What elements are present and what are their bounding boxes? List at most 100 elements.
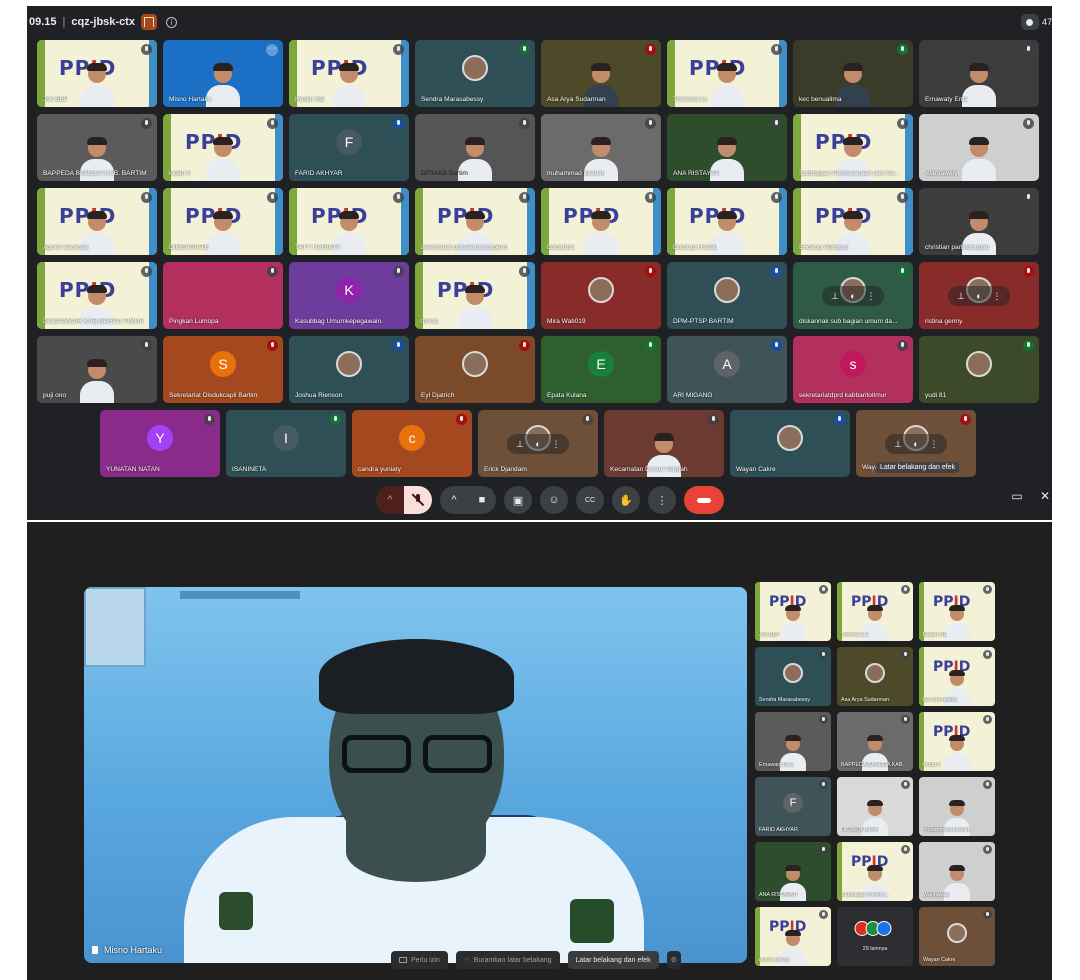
mute-icon[interactable]: ◐ — [846, 289, 860, 303]
present-button[interactable]: ▣ — [504, 486, 532, 514]
more-options-button[interactable]: ⋮ — [648, 486, 676, 514]
participant-tile[interactable]: ⊥ ◐ ⋮ diskannak sub bagian umum da... — [793, 262, 913, 329]
participant-tile[interactable]: PPIDSubbagian Perencanaan dan Ke... — [793, 114, 913, 181]
participant-tile[interactable]: christian parlindungan — [919, 188, 1039, 255]
participant-tile[interactable]: Pingkan Lumopa — [163, 262, 283, 329]
needs-permission-chip[interactable]: Perlu izin — [391, 951, 448, 969]
thumbnail-tile[interactable]: 29 lainnya — [837, 907, 913, 966]
participant-tile[interactable]: Joshua Rienson — [289, 336, 409, 403]
participant-tile[interactable]: PPIDEobardus — [541, 188, 661, 255]
raise-hand-button[interactable]: ✋ — [612, 486, 640, 514]
thumbnail-tile[interactable]: ANA RISTAYATI — [755, 842, 831, 901]
participant-tile[interactable]: c candra yuniaty — [352, 410, 472, 477]
participant-tile[interactable]: PPIDTATY HARIATY — [289, 188, 409, 255]
participant-tile[interactable]: PPIDtheres — [415, 262, 535, 329]
participant-tile[interactable]: DPM-PTSP BARTIM — [667, 262, 787, 329]
thumbnail-tile[interactable]: BAPPEDA BANGDA KAB. — [837, 712, 913, 771]
participant-tile[interactable]: PPIDAgnes Vanessa — [37, 188, 157, 255]
participant-tile[interactable]: PPIDEndang Wahyuni — [793, 188, 913, 255]
camera-options-button[interactable]: ^ — [440, 486, 468, 514]
participant-tile[interactable]: PPIDDIMEARIATE — [163, 188, 283, 255]
emoji-button[interactable]: ☺ — [540, 486, 568, 514]
participant-tile[interactable]: ⋯ Misno Hartaku — [163, 40, 283, 107]
settings-button[interactable]: ⚙ — [666, 951, 681, 969]
participant-tile[interactable]: muhammad ibrahim — [541, 114, 661, 181]
participant-tile[interactable]: K Kasubbag Umumkepegawain. — [289, 262, 409, 329]
participant-tile[interactable]: BAPPEDA BANGDA KAB. BARTIM — [37, 114, 157, 181]
participant-tile[interactable]: ANA RISTAYATI — [667, 114, 787, 181]
participant-tile[interactable]: Ernawaty Erna — [919, 40, 1039, 107]
thumbnail-tile[interactable]: Wanrawaty — [919, 842, 995, 901]
thumbnail-tile[interactable]: PPID Jok BBP — [755, 582, 831, 641]
chat-icon[interactable]: ▭ — [1010, 489, 1024, 503]
participant-tile[interactable]: ⊥ ◐ ⋮ Wayan Latar belakang dan efek — [856, 410, 976, 477]
participants-button[interactable]: 47 — [1020, 14, 1052, 30]
participant-tile[interactable]: F FARID AKHYAR — [289, 114, 409, 181]
mute-icon[interactable]: ◐ — [531, 437, 545, 451]
participant-tile[interactable]: PPIDindah h — [163, 114, 283, 181]
participant-tile[interactable]: ⊥ ◐ ⋮ Erick Djandam — [478, 410, 598, 477]
thumbnail-tile[interactable]: PPID indah h — [919, 712, 995, 771]
participant-tile[interactable]: PPIDTheresia Lu — [667, 40, 787, 107]
thumbnail-tile[interactable]: PPID Theresia Lu — [837, 582, 913, 641]
participant-tile[interactable]: Y YUNATAN NATAN — [100, 410, 220, 477]
participant-tile[interactable]: ⊥ ◐ ⋮ ristina genny — [919, 262, 1039, 329]
participant-tile[interactable]: Mira Wati019 — [541, 262, 661, 329]
participant-tile[interactable]: S Sekretariat Disdukcapil Bartim — [163, 336, 283, 403]
participant-tile[interactable]: DP3AKB Bartim — [415, 114, 535, 181]
participant-tile[interactable]: s sekretariatdprd kabbaritotimur — [793, 336, 913, 403]
blur-background-button[interactable]: ⁘ Buramkan latar belakang — [455, 951, 560, 969]
more-icon[interactable]: ⋮ — [927, 437, 941, 451]
camera-toggle-button[interactable]: ■ — [468, 486, 496, 514]
thumbnail-tile[interactable]: Ernawaty Erna — [755, 712, 831, 771]
participant-tile[interactable]: Wanrawaty — [919, 114, 1039, 181]
close-icon[interactable]: ✕ — [1038, 489, 1052, 503]
participant-tile[interactable]: Kecamatan Dusun Tengah — [604, 410, 724, 477]
participant-tile[interactable]: PPIDDodang Haetal — [667, 188, 787, 255]
mute-icon[interactable]: ◐ — [972, 289, 986, 303]
participant-tile[interactable]: puji ono — [37, 336, 157, 403]
spotlight-video[interactable]: Misno Hartaku — [84, 587, 747, 963]
head — [465, 285, 485, 305]
thumbnail-tile[interactable]: PPID Haslin ND — [919, 582, 995, 641]
pin-icon[interactable]: ⊥ — [954, 289, 968, 303]
participant-tile[interactable]: Wayan Cakre — [730, 410, 850, 477]
more-options-icon[interactable]: ⋯ — [266, 44, 278, 56]
thumbnail-tile[interactable]: PPID Subbagian Perenc... — [837, 842, 913, 901]
leave-call-button[interactable] — [684, 486, 724, 514]
background-effects-button[interactable]: Latar belakang dan efek — [567, 951, 659, 969]
thumbnail-tile[interactable]: F FARID AKHYAR — [755, 777, 831, 836]
participant-tile[interactable]: PPIDHaslin ND — [289, 40, 409, 107]
more-icon[interactable]: ⋮ — [990, 289, 1004, 303]
participant-tile[interactable]: PPIDJok BBP — [37, 40, 157, 107]
more-icon[interactable]: ⋮ — [864, 289, 878, 303]
mic-toggle-button[interactable] — [404, 486, 432, 514]
participant-tile[interactable]: kec benualima — [793, 40, 913, 107]
participant-tile[interactable]: I ISANINETA — [226, 410, 346, 477]
participant-tile[interactable]: Asa Arya Sudarman — [541, 40, 661, 107]
participant-tile[interactable]: PPIDDISDAMKAR KAB.BARTO TIMUR — [37, 262, 157, 329]
thumbnail-tile[interactable]: DP3AKB Bartim — [837, 777, 913, 836]
thumbnail-tile[interactable]: PPID kec benualima — [919, 647, 995, 706]
thumbnail-tile[interactable]: Wayan Cakre — [919, 907, 995, 966]
room-icon[interactable] — [140, 14, 157, 30]
thumbnail-tile[interactable]: Sendra Marasabessy — [755, 647, 831, 706]
mute-icon[interactable]: ◐ — [909, 437, 923, 451]
participant-tile[interactable]: yudi 81 — [919, 336, 1039, 403]
participant-tile[interactable]: Eyl Djatrich — [415, 336, 535, 403]
participant-tile[interactable]: E Epata Kulana — [541, 336, 661, 403]
pin-icon[interactable]: ⊥ — [891, 437, 905, 451]
thumbnail-tile[interactable]: PPID ristina genny — [755, 907, 831, 966]
participant-tile[interactable]: PPIDsekretariat disnakertransperin — [415, 188, 535, 255]
mic-options-button[interactable]: ^ — [376, 486, 404, 514]
thumbnail-tile[interactable]: Asa Arya Sudarman — [837, 647, 913, 706]
thumbnail-tile[interactable]: muhammad ibrahim — [919, 777, 995, 836]
meeting-code[interactable]: cqz-jbsk-ctx — [71, 16, 135, 28]
more-icon[interactable]: ⋮ — [549, 437, 563, 451]
participant-tile[interactable]: A ARI MIGANG — [667, 336, 787, 403]
captions-button[interactable]: CC — [576, 486, 604, 514]
pin-icon[interactable]: ⊥ — [828, 289, 842, 303]
info-icon[interactable]: i — [165, 16, 177, 28]
participant-tile[interactable]: Sendra Marasabessy — [415, 40, 535, 107]
pin-icon[interactable]: ⊥ — [513, 437, 527, 451]
